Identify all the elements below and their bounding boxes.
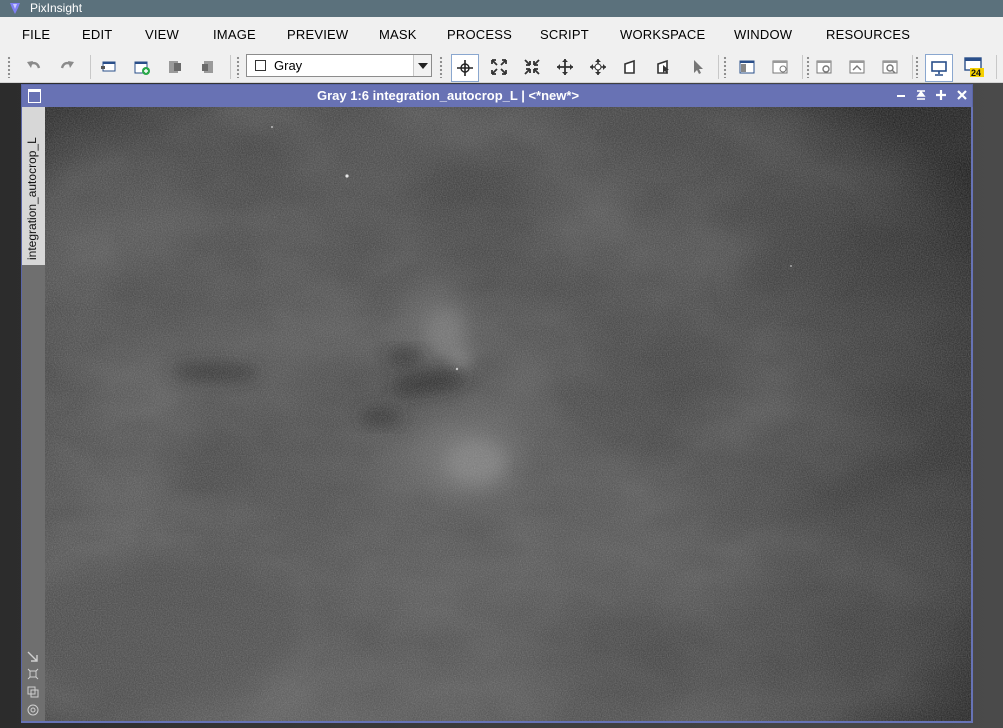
redo-icon[interactable] <box>56 56 78 78</box>
menu-image[interactable]: IMAGE <box>213 27 256 42</box>
pan-icon[interactable] <box>554 56 576 78</box>
menu-edit[interactable]: EDIT <box>82 27 112 42</box>
toolbar-separator <box>996 55 997 79</box>
duplicate-icon[interactable] <box>164 56 186 78</box>
lut-badge-text: 24 <box>971 68 981 78</box>
image-window-border <box>971 107 973 723</box>
shade-icon[interactable] <box>914 88 928 102</box>
toolbar-separator <box>90 55 91 79</box>
new-preview-icon[interactable] <box>131 56 153 78</box>
image-window-border <box>21 721 973 723</box>
show-mask-icon[interactable] <box>736 56 758 78</box>
toolbar-separator <box>718 55 719 79</box>
pixinsight-logo-icon <box>10 3 20 14</box>
toolbar-separator <box>912 55 913 79</box>
channel-select-value: Gray <box>274 58 303 73</box>
readout-mode-icon[interactable] <box>451 54 479 82</box>
chevron-down-icon[interactable] <box>413 55 431 76</box>
zoom-in-icon[interactable] <box>488 56 510 78</box>
menu-file[interactable]: FILE <box>22 27 50 42</box>
image-canvas[interactable] <box>45 107 972 721</box>
view-selector-label: integration_autocrop_L <box>25 137 39 260</box>
window-menu-icon[interactable] <box>28 89 41 103</box>
view-selector-tab[interactable]: integration_autocrop_L <box>22 107 46 265</box>
extract-icon[interactable] <box>197 56 219 78</box>
toolbar-grip[interactable] <box>236 56 240 78</box>
zoom-out-icon[interactable] <box>521 56 543 78</box>
clone-view-icon[interactable] <box>26 685 40 699</box>
toolbar-grip[interactable] <box>7 56 11 78</box>
menu-process[interactable]: PROCESS <box>447 27 512 42</box>
menu-preview[interactable]: PREVIEW <box>287 27 348 42</box>
target-icon[interactable] <box>26 703 40 717</box>
stf-link-icon[interactable] <box>846 56 868 78</box>
fit-view-icon[interactable] <box>26 650 40 664</box>
24-bit-lut-icon[interactable]: 24 <box>963 56 985 78</box>
app-titlebar: PixInsight <box>0 0 1003 17</box>
edit-preview-icon[interactable] <box>653 56 675 78</box>
undo-icon[interactable] <box>23 56 45 78</box>
menu-mask[interactable]: MASK <box>379 27 417 42</box>
toolbar-grip[interactable] <box>915 56 919 78</box>
menu-window[interactable]: WINDOW <box>734 27 792 42</box>
toolbar-separator <box>230 55 231 79</box>
maximize-icon[interactable] <box>934 88 948 102</box>
toolbar-separator <box>802 55 803 79</box>
pointer-icon[interactable] <box>686 56 708 78</box>
menu-script[interactable]: SCRIPT <box>540 27 589 42</box>
new-window-icon[interactable] <box>98 56 120 78</box>
mask-mode-icon[interactable] <box>620 56 642 78</box>
image-window-title: Gray 1:6 integration_autocrop_L | <*new*… <box>317 88 580 103</box>
toolbar-grip[interactable] <box>439 56 443 78</box>
stf-reset-icon[interactable] <box>879 56 901 78</box>
menu-bar: FILE EDIT VIEW IMAGE PREVIEW MASK PROCES… <box>0 17 1003 51</box>
center-icon[interactable] <box>587 56 609 78</box>
display-icon[interactable] <box>925 54 953 82</box>
image-window-titlebar[interactable]: Gray 1:6 integration_autocrop_L | <*new*… <box>22 85 972 107</box>
close-icon[interactable] <box>955 88 969 102</box>
toggle-mask-icon[interactable] <box>769 56 791 78</box>
gray-swatch-icon <box>255 60 266 71</box>
menu-resources[interactable]: RESOURCES <box>826 27 910 42</box>
zoom-fit-icon[interactable] <box>26 667 40 681</box>
toolbar-grip[interactable] <box>723 56 727 78</box>
stf-icon[interactable] <box>813 56 835 78</box>
toolbar: 24 <box>0 51 1003 83</box>
channel-select[interactable]: Gray <box>246 54 432 77</box>
app-title: PixInsight <box>30 1 83 15</box>
minimize-icon[interactable] <box>894 88 908 102</box>
menu-view[interactable]: VIEW <box>145 27 179 42</box>
menu-workspace[interactable]: WORKSPACE <box>620 27 705 42</box>
toolbar-grip[interactable] <box>806 56 810 78</box>
